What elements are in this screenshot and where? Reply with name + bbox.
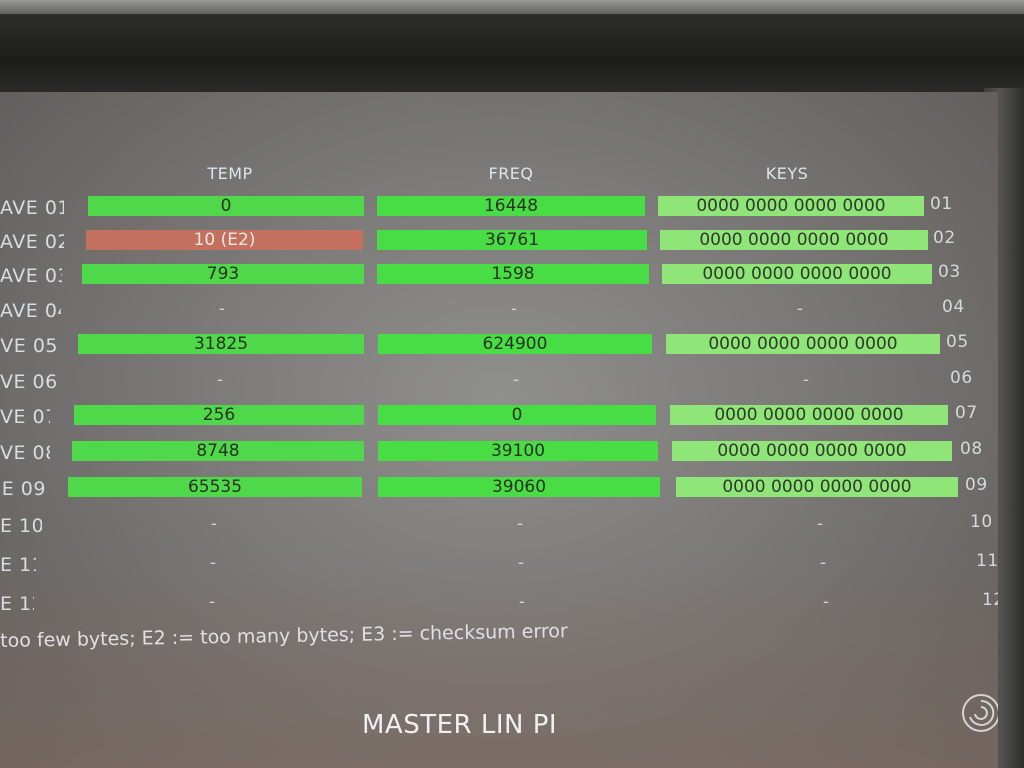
spiral-logo-icon (962, 694, 998, 732)
freq-cell: 16448 (377, 196, 645, 216)
keys-cell: 0000 0000 0000 0000 (662, 264, 932, 284)
slave-row-label: AVE 04 (0, 300, 61, 322)
freq-cell: - (512, 370, 520, 390)
freq-cell: - (518, 592, 526, 612)
slave-row-label: E 10 (0, 515, 42, 537)
slave-row-label: VE 08 (0, 442, 50, 464)
freq-cell: - (510, 299, 518, 319)
slave-row-label: VE 05 (0, 335, 58, 357)
slave-row-number: 11 (976, 551, 998, 571)
slave-row-label: E 09 (1, 478, 46, 500)
freq-cell: - (517, 553, 525, 573)
slave-row-label: E 11 (0, 554, 36, 576)
slave-row-number: 01 (930, 194, 953, 214)
temp-cell: 65535 (68, 477, 362, 497)
keys-cell: - (816, 514, 824, 534)
slave-row-label: VE 06 (0, 371, 56, 393)
slave-row-number: 05 (946, 332, 969, 352)
freq-cell: - (516, 514, 524, 534)
column-header-keys: KEYS (765, 164, 809, 183)
slave-row-label: AVE 01 (0, 197, 64, 219)
temp-cell: - (209, 553, 217, 573)
slave-row-number: 07 (955, 403, 978, 423)
slave-row-label: VE 07 (0, 406, 50, 428)
freq-cell: 0 (378, 405, 656, 425)
temp-cell: - (216, 370, 224, 390)
error-legend: too few bytes; E2 := too many bytes; E3 … (0, 620, 568, 652)
projection-screen: TEMP FREQ KEYS AVE 01 0 16448 0000 0000 000… (0, 92, 998, 768)
slave-row-number: 04 (942, 297, 965, 317)
keys-cell: 0000 0000 0000 0000 (670, 405, 948, 425)
freq-cell: 1598 (377, 264, 649, 284)
freq-cell: 36761 (377, 230, 647, 250)
keys-cell: 0000 0000 0000 0000 (666, 334, 940, 354)
temp-cell: - (210, 514, 218, 534)
page-title: MASTER LIN PI (362, 710, 558, 740)
slave-row-number: 12 (982, 590, 998, 610)
temp-cell: 793 (82, 264, 364, 284)
temp-cell: 0 (88, 196, 364, 216)
freq-cell: 39060 (378, 477, 660, 497)
keys-cell: 0000 0000 0000 0000 (676, 477, 958, 497)
keys-cell: - (796, 299, 804, 319)
display-bezel (0, 14, 1024, 92)
keys-cell: 0000 0000 0000 0000 (658, 196, 924, 216)
temp-cell: 31825 (78, 334, 364, 354)
slave-row-label: AVE 02 (0, 231, 64, 253)
slave-row-number: 03 (938, 262, 961, 282)
slave-row-label: AVE 03 (0, 265, 62, 287)
slave-row-number: 10 (970, 512, 993, 532)
slave-row-number: 08 (960, 439, 983, 459)
keys-cell: - (822, 592, 830, 612)
temp-cell: - (208, 592, 216, 612)
keys-cell: - (819, 553, 827, 573)
slave-row-label: E 12 (0, 593, 34, 615)
keys-cell: 0000 0000 0000 0000 (672, 441, 952, 461)
freq-cell: 624900 (378, 334, 652, 354)
column-header-freq: FREQ (488, 164, 534, 183)
temp-cell: 8748 (72, 441, 364, 461)
keys-cell: 0000 0000 0000 0000 (660, 230, 928, 250)
freq-cell: 39100 (378, 441, 658, 461)
slave-row-number: 09 (965, 475, 988, 495)
keys-cell: - (802, 370, 810, 390)
temp-cell: - (218, 299, 226, 319)
column-header-temp: TEMP (207, 164, 253, 183)
slave-row-number: 02 (933, 228, 956, 248)
slave-row-number: 06 (950, 368, 973, 388)
temp-cell: 256 (74, 405, 364, 425)
temp-cell: 10 (E2) (86, 230, 363, 250)
